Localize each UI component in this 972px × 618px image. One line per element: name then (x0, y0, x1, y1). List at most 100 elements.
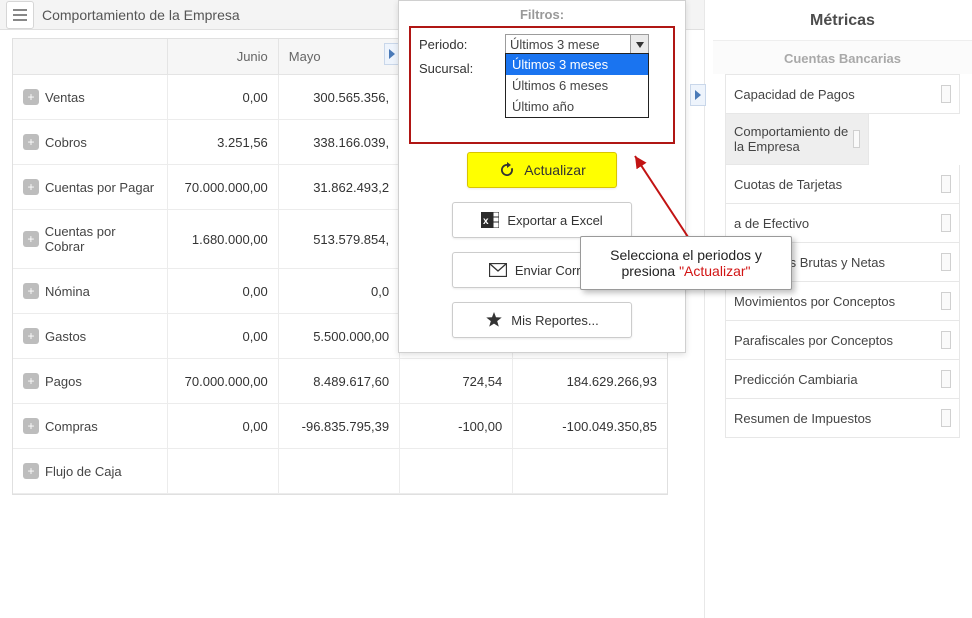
row-label-cell[interactable]: + Cuentas por Cobrar (13, 210, 167, 269)
data-cell (278, 449, 399, 494)
metrics-item[interactable]: Resumen de Impuestos (725, 399, 960, 438)
period-option[interactable]: Últimos 3 meses (506, 54, 648, 75)
row-label: Pagos (45, 374, 82, 389)
row-label-cell[interactable]: + Flujo de Caja (13, 449, 167, 494)
drag-handle-icon[interactable] (941, 331, 951, 349)
metrics-item-label: Cuotas de Tarjetas (734, 177, 842, 192)
data-cell: 0,00 (167, 75, 278, 120)
period-options-list[interactable]: Últimos 3 mesesÚltimos 6 mesesÚltimo año (505, 53, 649, 118)
data-cell: -96.835.795,39 (278, 404, 399, 449)
row-label: Flujo de Caja (45, 464, 122, 479)
row-label-cell[interactable]: + Compras (13, 404, 167, 449)
filters-popup: Filtros: Periodo: Últimos 3 mese Últimos… (398, 0, 686, 353)
data-cell: 724,54 (400, 359, 513, 404)
metrics-item[interactable]: Comportamiento de la Empresa (725, 114, 869, 165)
drag-handle-icon[interactable] (941, 253, 951, 271)
period-select-value: Últimos 3 mese (506, 35, 630, 54)
expand-icon[interactable]: + (23, 89, 39, 105)
data-cell (167, 449, 278, 494)
data-cell: 0,00 (167, 269, 278, 314)
period-option[interactable]: Último año (506, 96, 648, 117)
filters-header: Filtros: (399, 1, 685, 26)
chevron-down-icon[interactable] (630, 35, 648, 54)
row-label: Nómina (45, 284, 90, 299)
expand-icon[interactable]: + (23, 328, 39, 344)
data-cell: 3.251,56 (167, 120, 278, 165)
data-cell: 31.862.493,2 (278, 165, 399, 210)
drag-handle-icon[interactable] (941, 214, 951, 232)
update-button[interactable]: Actualizar (467, 152, 617, 188)
drag-handle-icon[interactable] (941, 175, 951, 193)
expand-icon[interactable]: + (23, 231, 39, 247)
my-reports-button[interactable]: Mis Reportes... (452, 302, 632, 338)
col-mayo[interactable]: Mayo (278, 39, 399, 75)
data-cell: -100.049.350,85 (513, 404, 667, 449)
data-cell: 5.500.000,00 (278, 314, 399, 359)
row-label: Cuentas por Pagar (45, 180, 154, 195)
page-title: Comportamiento de la Empresa (42, 7, 240, 23)
menu-icon[interactable] (6, 1, 34, 29)
col-junio[interactable]: Junio (167, 39, 278, 75)
excel-icon: x (481, 211, 499, 229)
branch-label: Sucursal: (419, 61, 505, 76)
export-excel-button[interactable]: x Exportar a Excel (452, 202, 632, 238)
metrics-item[interactable]: Parafiscales por Conceptos (725, 321, 960, 360)
expand-icon[interactable]: + (23, 179, 39, 195)
row-label-cell[interactable]: + Cuentas por Pagar (13, 165, 167, 210)
metrics-item[interactable]: Cuotas de Tarjetas (725, 165, 960, 204)
data-cell (513, 449, 667, 494)
col-blank (13, 39, 167, 75)
metrics-item-label: Capacidad de Pagos (734, 87, 855, 102)
data-cell: 0,0 (278, 269, 399, 314)
period-option[interactable]: Últimos 6 meses (506, 75, 648, 96)
drag-handle-icon[interactable] (941, 370, 951, 388)
period-label: Periodo: (419, 37, 505, 52)
metrics-title: Métricas (713, 6, 972, 41)
panel-scroll-right[interactable] (690, 84, 706, 106)
drag-handle-icon[interactable] (941, 85, 951, 103)
metrics-item-label: a de Efectivo (734, 216, 809, 231)
expand-icon[interactable]: + (23, 283, 39, 299)
metrics-item-label: Comportamiento de la Empresa (734, 124, 853, 154)
data-cell: 70.000.000,00 (167, 165, 278, 210)
data-cell: 184.629.266,93 (513, 359, 667, 404)
row-label-cell[interactable]: + Nómina (13, 269, 167, 314)
data-cell: 0,00 (167, 314, 278, 359)
expand-icon[interactable]: + (23, 418, 39, 434)
data-cell: 300.565.356, (278, 75, 399, 120)
row-label-cell[interactable]: + Gastos (13, 314, 167, 359)
expand-icon[interactable]: + (23, 463, 39, 479)
row-label-cell[interactable]: + Cobros (13, 120, 167, 165)
drag-handle-icon[interactable] (853, 130, 860, 148)
data-cell: -100,00 (400, 404, 513, 449)
period-select[interactable]: Últimos 3 mese Últimos 3 mesesÚltimos 6 … (505, 34, 649, 55)
row-label: Cobros (45, 135, 87, 150)
row-label: Ventas (45, 90, 85, 105)
svg-text:x: x (483, 216, 489, 227)
row-label: Compras (45, 419, 98, 434)
data-cell: 1.680.000,00 (167, 210, 278, 269)
metrics-item[interactable]: Predicción Cambiaria (725, 360, 960, 399)
data-cell: 0,00 (167, 404, 278, 449)
metrics-subtitle: Cuentas Bancarias (713, 41, 972, 74)
metrics-item-label: Movimientos por Conceptos (734, 294, 895, 309)
data-cell: 513.579.854, (278, 210, 399, 269)
mail-icon (489, 261, 507, 279)
data-cell (400, 449, 513, 494)
data-cell: 70.000.000,00 (167, 359, 278, 404)
metrics-item[interactable]: Capacidad de Pagos (725, 74, 960, 114)
row-label-cell[interactable]: + Ventas (13, 75, 167, 120)
expand-icon[interactable]: + (23, 373, 39, 389)
row-label: Cuentas por Cobrar (45, 224, 157, 254)
metrics-item-label: Predicción Cambiaria (734, 372, 858, 387)
star-icon (485, 311, 503, 329)
row-label-cell[interactable]: + Pagos (13, 359, 167, 404)
expand-icon[interactable]: + (23, 134, 39, 150)
row-label: Gastos (45, 329, 86, 344)
drag-handle-icon[interactable] (941, 409, 951, 427)
metrics-item-label: Resumen de Impuestos (734, 411, 871, 426)
filters-highlight-box: Periodo: Últimos 3 mese Últimos 3 mesesÚ… (409, 26, 675, 144)
metrics-item-label: Parafiscales por Conceptos (734, 333, 893, 348)
data-cell: 338.166.039, (278, 120, 399, 165)
drag-handle-icon[interactable] (941, 292, 951, 310)
